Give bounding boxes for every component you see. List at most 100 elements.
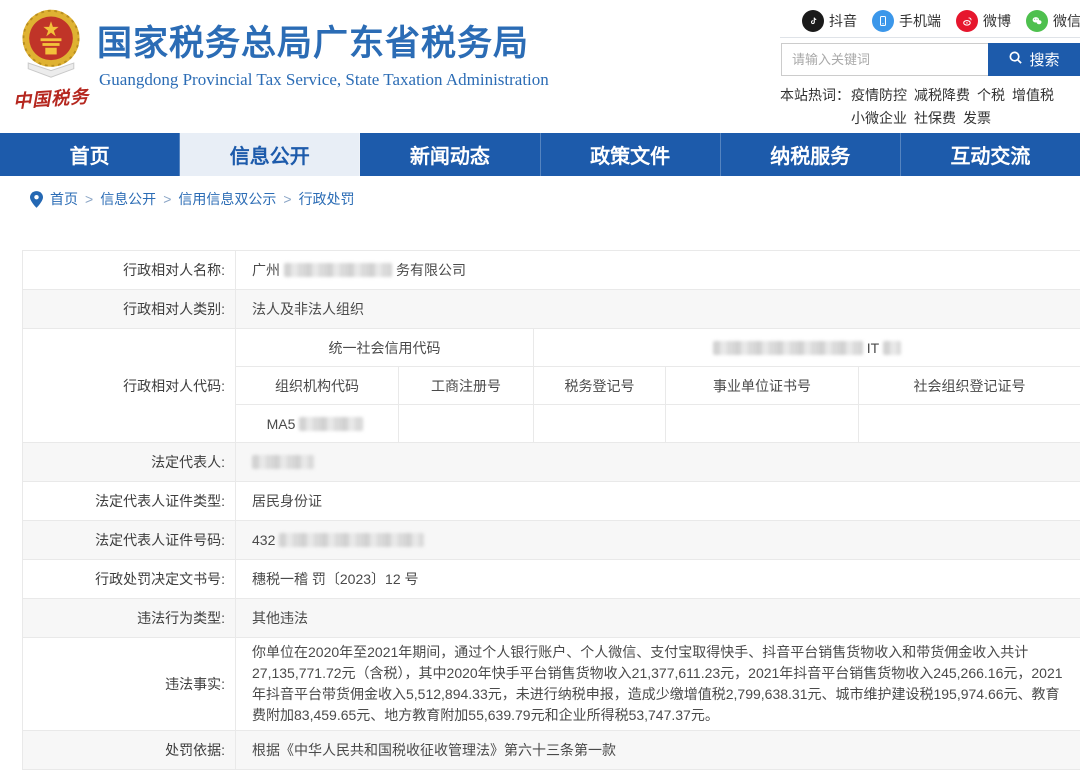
douyin-icon bbox=[802, 10, 824, 32]
company-name-prefix: 广州 bbox=[252, 260, 280, 280]
row-value: 432 bbox=[236, 521, 1080, 559]
row-label: 行政相对人类别: bbox=[23, 290, 236, 328]
main-nav: 首页 信息公开 新闻动态 政策文件 纳税服务 互动交流 bbox=[0, 133, 1080, 176]
social-label: 抖音 bbox=[829, 11, 857, 31]
site-header: 中国税务 国家税务总局广东省税务局 Guangdong Provincial T… bbox=[0, 0, 1080, 132]
hotword-link[interactable]: 减税降费 bbox=[914, 84, 970, 107]
table-row-category: 行政相对人类别: 法人及非法人组织 bbox=[23, 290, 1080, 329]
row-value: 法人及非法人组织 bbox=[236, 290, 1080, 328]
search-button[interactable]: 搜索 bbox=[988, 43, 1080, 76]
redacted-text bbox=[883, 341, 901, 355]
social-item-douyin[interactable]: 抖音 bbox=[802, 10, 857, 32]
table-row-violation-type: 违法行为类型: 其他违法 bbox=[23, 599, 1080, 638]
hotword-link[interactable]: 小微企业 bbox=[851, 107, 907, 130]
breadcrumb-separator: > bbox=[85, 191, 93, 207]
table-row-legal-rep: 法定代表人: bbox=[23, 443, 1080, 482]
table-row-doc-number: 行政处罚决定文书号: 穗税一稽 罚〔2023〕12 号 bbox=[23, 560, 1080, 599]
table-row-id-type: 法定代表人证件类型: 居民身份证 bbox=[23, 482, 1080, 521]
row-label: 违法行为类型: bbox=[23, 599, 236, 637]
row-value: 穗税一稽 罚〔2023〕12 号 bbox=[236, 560, 1080, 598]
penalty-detail-table: 行政相对人名称: 广州务有限公司 行政相对人类别: 法人及非法人组织 行政相对人… bbox=[22, 250, 1080, 770]
row-label: 法定代表人证件号码: bbox=[23, 521, 236, 559]
nav-item-news[interactable]: 新闻动态 bbox=[360, 133, 540, 176]
breadcrumb-credit-disclosure[interactable]: 信用信息双公示 bbox=[178, 189, 276, 209]
hotword-link[interactable]: 疫情防控 bbox=[851, 84, 907, 107]
uscc-header: 统一社会信用代码 bbox=[236, 329, 534, 366]
hotword-link[interactable]: 社保费 bbox=[914, 107, 956, 130]
table-row-codes: 行政相对人代码: 统一社会信用代码 IT 组织机构代码 工商注册号 税务登记号 … bbox=[23, 329, 1080, 443]
id-no-visible-text: 432 bbox=[252, 532, 275, 548]
search-bar: 搜索 bbox=[781, 43, 1080, 76]
redacted-text bbox=[284, 263, 392, 277]
nav-item-interaction[interactable]: 互动交流 bbox=[901, 133, 1080, 176]
search-input[interactable] bbox=[781, 43, 988, 76]
social-item-weibo[interactable]: 微博 bbox=[956, 10, 1011, 32]
site-title-block: 国家税务总局广东省税务局 Guangdong Provincial Tax Se… bbox=[97, 24, 549, 90]
company-name-suffix: 务有限公司 bbox=[396, 260, 466, 280]
row-label: 法定代表人: bbox=[23, 443, 236, 481]
redacted-text bbox=[713, 341, 863, 355]
row-label: 法定代表人证件类型: bbox=[23, 482, 236, 520]
site-title: 国家税务总局广东省税务局 bbox=[97, 24, 549, 64]
social-label: 手机端 bbox=[899, 11, 941, 31]
breadcrumb: 首页 > 信息公开 > 信用信息双公示 > 行政处罚 bbox=[0, 176, 1080, 222]
code-header-row: 组织机构代码 工商注册号 税务登记号 事业单位证书号 社会组织登记证号 bbox=[236, 367, 1080, 405]
code-col-header: 组织机构代码 bbox=[236, 367, 399, 404]
breadcrumb-current-page: 行政处罚 bbox=[299, 189, 355, 209]
row-label: 行政相对人代码: bbox=[23, 329, 236, 442]
uscc-row: 统一社会信用代码 IT bbox=[236, 329, 1080, 367]
table-row-name: 行政相对人名称: 广州务有限公司 bbox=[23, 251, 1080, 290]
search-button-label: 搜索 bbox=[1029, 49, 1059, 70]
code-col-header: 税务登记号 bbox=[534, 367, 666, 404]
code-col-header: 事业单位证书号 bbox=[666, 367, 859, 404]
row-label: 行政处罚决定文书号: bbox=[23, 560, 236, 598]
search-icon bbox=[1008, 50, 1023, 69]
row-value: 根据《中华人民共和国税收征收管理法》第六十三条第一款 bbox=[236, 731, 1080, 769]
social-item-mobile[interactable]: 手机端 bbox=[872, 10, 941, 32]
code-col-header: 工商注册号 bbox=[399, 367, 534, 404]
uscc-visible-text: IT bbox=[867, 340, 879, 356]
uscc-value: IT bbox=[534, 329, 1080, 366]
breadcrumb-separator: > bbox=[163, 191, 171, 207]
mobile-icon bbox=[872, 10, 894, 32]
nav-item-home[interactable]: 首页 bbox=[0, 133, 180, 176]
tax-reg-no-value bbox=[534, 405, 666, 442]
social-org-cert-no-value bbox=[859, 405, 1080, 442]
redacted-text bbox=[279, 533, 424, 547]
breadcrumb-separator: > bbox=[283, 191, 291, 207]
institution-cert-no-value bbox=[666, 405, 859, 442]
row-label: 处罚依据: bbox=[23, 731, 236, 769]
hotword-link[interactable]: 增值税 bbox=[1012, 84, 1054, 107]
hotword-link[interactable]: 发票 bbox=[963, 107, 991, 130]
site-subtitle: Guangdong Provincial Tax Service, State … bbox=[99, 70, 549, 90]
code-value-row: MA5 bbox=[236, 405, 1080, 442]
redacted-text bbox=[299, 417, 363, 431]
business-reg-no-value bbox=[399, 405, 534, 442]
row-value bbox=[236, 443, 1080, 481]
social-item-wechat[interactable]: 微信 bbox=[1026, 10, 1080, 32]
social-label: 微博 bbox=[983, 11, 1011, 31]
row-label: 违法事实: bbox=[23, 638, 236, 730]
social-links: 抖音 手机端 微博 bbox=[802, 8, 1080, 34]
row-value: 广州 务有限公司 bbox=[236, 251, 1080, 289]
hotwords: 本站热词： 疫情防控减税降费个税增值税小微企业社保费发票 bbox=[780, 84, 1080, 130]
row-value: 其他违法 bbox=[236, 599, 1080, 637]
hotwords-label: 本站热词： bbox=[780, 84, 850, 107]
table-row-violation-facts: 违法事实: 你单位在2020年至2021年期间，通过个人银行账户、个人微信、支付… bbox=[23, 638, 1080, 731]
social-label: 微信 bbox=[1053, 11, 1080, 31]
nav-item-tax-service[interactable]: 纳税服务 bbox=[721, 133, 901, 176]
org-code-visible-text: MA5 bbox=[267, 416, 296, 432]
codes-subtable: 统一社会信用代码 IT 组织机构代码 工商注册号 税务登记号 事业单位证书号 社… bbox=[236, 329, 1080, 442]
breadcrumb-info-disclosure[interactable]: 信息公开 bbox=[100, 189, 156, 209]
violation-facts-text: 你单位在2020年至2021年期间，通过个人银行账户、个人微信、支付宝取得快手、… bbox=[236, 638, 1080, 730]
nav-item-policy[interactable]: 政策文件 bbox=[541, 133, 721, 176]
location-pin-icon bbox=[30, 191, 43, 208]
nav-item-info-disclosure[interactable]: 信息公开 bbox=[180, 133, 360, 176]
hotword-link[interactable]: 个税 bbox=[977, 84, 1005, 107]
redacted-text bbox=[252, 455, 314, 469]
breadcrumb-home[interactable]: 首页 bbox=[50, 189, 78, 209]
wechat-icon bbox=[1026, 10, 1048, 32]
org-code-value: MA5 bbox=[236, 405, 399, 442]
code-col-header: 社会组织登记证号 bbox=[859, 367, 1080, 404]
header-divider bbox=[780, 37, 1080, 38]
